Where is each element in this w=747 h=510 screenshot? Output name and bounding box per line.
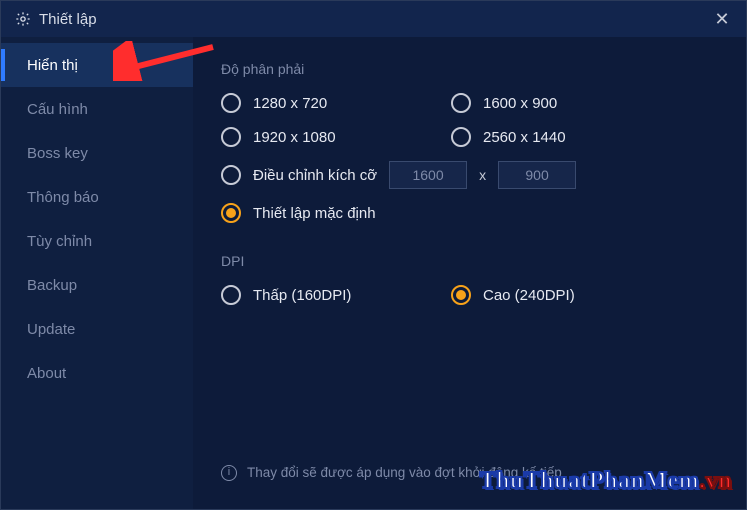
sidebar-item-config[interactable]: Cấu hình — [1, 87, 193, 131]
resolution-grid: 1280 x 720 1600 x 900 1920 x 1080 2560 x… — [221, 93, 718, 147]
radio-label: 1920 x 1080 — [253, 129, 336, 146]
sidebar-item-label: Boss key — [27, 145, 88, 162]
radio-1920x1080[interactable]: 1920 x 1080 — [221, 127, 451, 147]
sidebar-item-label: Tùy chỉnh — [27, 233, 92, 250]
radio-icon — [221, 165, 241, 185]
info-icon: i — [221, 465, 237, 481]
sidebar-item-bosskey[interactable]: Boss key — [1, 131, 193, 175]
radio-1280x720[interactable]: 1280 x 720 — [221, 93, 451, 113]
main-panel: Độ phân phải 1280 x 720 1600 x 900 1920 … — [193, 37, 746, 509]
sidebar: Hiển thị Cấu hình Boss key Thông báo Tùy… — [1, 37, 193, 509]
radio-dpi-low[interactable]: Thấp (160DPI) — [221, 285, 451, 305]
radio-dpi-high[interactable]: Cao (240DPI) — [451, 285, 681, 305]
radio-label: Thấp (160DPI) — [253, 287, 351, 304]
sidebar-item-customize[interactable]: Tùy chỉnh — [1, 219, 193, 263]
sidebar-item-display[interactable]: Hiển thị — [1, 43, 193, 87]
watermark-suffix: .vn — [699, 468, 732, 494]
radio-icon — [451, 93, 471, 113]
sidebar-item-label: Cấu hình — [27, 101, 88, 118]
radio-icon — [451, 285, 471, 305]
radio-icon — [451, 127, 471, 147]
x-separator: x — [479, 167, 486, 183]
gear-icon — [15, 11, 31, 27]
sidebar-item-label: Hiển thị — [27, 57, 78, 74]
radio-label: Điều chỉnh kích cỡ — [253, 167, 377, 184]
resolution-title: Độ phân phải — [221, 61, 718, 77]
radio-default-setting[interactable]: Thiết lập mặc định — [221, 203, 718, 223]
radio-custom-size[interactable]: Điều chỉnh kích cỡ 1600 x 900 — [221, 161, 718, 189]
radio-2560x1440[interactable]: 2560 x 1440 — [451, 127, 681, 147]
sidebar-item-label: Update — [27, 321, 75, 338]
sidebar-item-label: Backup — [27, 277, 77, 294]
close-icon[interactable]: ✕ — [708, 9, 736, 30]
radio-icon — [221, 127, 241, 147]
watermark: ThuThuatPhanMem.vn — [480, 468, 732, 495]
titlebar: Thiết lập ✕ — [1, 1, 746, 37]
custom-width-input[interactable]: 1600 — [389, 161, 467, 189]
window-title: Thiết lập — [39, 11, 708, 28]
radio-label: Cao (240DPI) — [483, 287, 575, 304]
radio-label: Thiết lập mặc định — [253, 205, 376, 222]
radio-label: 1600 x 900 — [483, 95, 557, 112]
radio-icon — [221, 285, 241, 305]
sidebar-item-notifications[interactable]: Thông báo — [1, 175, 193, 219]
dpi-section: DPI Thấp (160DPI) Cao (240DPI) — [221, 253, 718, 305]
sidebar-item-about[interactable]: About — [1, 351, 193, 395]
custom-height-input[interactable]: 900 — [498, 161, 576, 189]
sidebar-item-backup[interactable]: Backup — [1, 263, 193, 307]
radio-icon — [221, 93, 241, 113]
sidebar-item-label: Thông báo — [27, 189, 99, 206]
sidebar-item-label: About — [27, 365, 66, 382]
radio-1600x900[interactable]: 1600 x 900 — [451, 93, 681, 113]
sidebar-item-update[interactable]: Update — [1, 307, 193, 351]
radio-label: 1280 x 720 — [253, 95, 327, 112]
radio-icon — [221, 203, 241, 223]
body: Hiển thị Cấu hình Boss key Thông báo Tùy… — [1, 37, 746, 509]
watermark-main: ThuThuatPhanMem — [480, 468, 700, 494]
settings-window: Thiết lập ✕ Hiển thị Cấu hình Boss key T… — [0, 0, 747, 510]
dpi-title: DPI — [221, 253, 718, 269]
radio-label: 2560 x 1440 — [483, 129, 566, 146]
